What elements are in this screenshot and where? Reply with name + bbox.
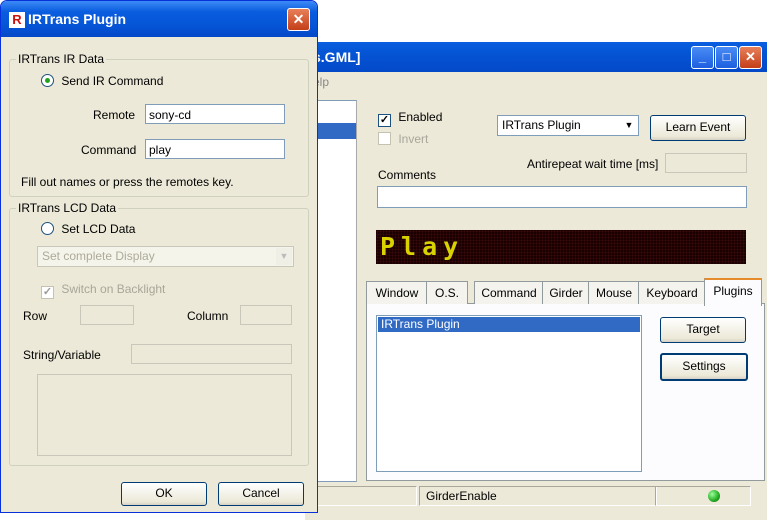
status-led-icon bbox=[708, 490, 720, 502]
tab-girder[interactable]: Girder bbox=[542, 281, 590, 304]
main-titlebar: s.GML] _ □ ✕ bbox=[305, 42, 767, 72]
radio-selected-icon bbox=[41, 74, 54, 87]
enabled-check-icon: ✓ bbox=[378, 114, 391, 127]
led-display: Play bbox=[376, 230, 746, 264]
plugins-list[interactable]: IRTrans Plugin bbox=[376, 315, 642, 472]
target-button[interactable]: Target bbox=[660, 317, 746, 343]
enabled-label: Enabled bbox=[398, 110, 443, 124]
invert-checkbox[interactable]: Invert bbox=[378, 132, 428, 146]
invert-label: Invert bbox=[398, 132, 429, 146]
remote-label: Remote bbox=[93, 108, 136, 122]
tab-window[interactable]: Window bbox=[366, 281, 428, 304]
backlight-check-icon: ✓ bbox=[41, 286, 54, 299]
tab-command[interactable]: Command bbox=[474, 281, 544, 304]
lcd-mode-value: Set complete Display bbox=[42, 249, 155, 263]
backlight-checkbox[interactable]: ✓ Switch on Backlight bbox=[41, 282, 165, 299]
command-label: Command bbox=[81, 143, 137, 157]
column-label: Column bbox=[187, 309, 229, 323]
send-ir-label: Send IR Command bbox=[61, 74, 164, 88]
column-field[interactable] bbox=[240, 305, 292, 325]
antirepeat-field[interactable] bbox=[665, 153, 747, 173]
minimize-icon[interactable]: _ bbox=[691, 46, 714, 69]
dialog-titlebar: R IRTrans Plugin ✕ bbox=[1, 1, 317, 37]
irtrans-plugin-dialog: R IRTrans Plugin ✕ IRTrans IR Data Send … bbox=[0, 0, 318, 513]
status-led-cell bbox=[655, 486, 751, 506]
send-ir-radio[interactable]: Send IR Command bbox=[41, 74, 163, 88]
irtrans-logo-icon: R bbox=[9, 12, 25, 28]
status-bar: GirderEnable bbox=[305, 484, 767, 506]
lcd-mode-select[interactable]: Set complete Display ▼ bbox=[37, 246, 294, 267]
tab-mouse[interactable]: Mouse bbox=[588, 281, 640, 304]
string-variable-field[interactable] bbox=[131, 344, 292, 364]
close-icon[interactable]: ✕ bbox=[287, 8, 310, 31]
ir-data-legend: IRTrans IR Data bbox=[16, 52, 107, 66]
plugin-select-value: IRTrans Plugin bbox=[502, 118, 581, 132]
invert-check-icon bbox=[378, 132, 391, 145]
lcd-data-legend: IRTrans LCD Data bbox=[16, 201, 119, 215]
menu-bar: elp bbox=[305, 72, 767, 92]
remote-field[interactable]: sony-cd bbox=[145, 104, 285, 124]
command-field[interactable]: play bbox=[145, 139, 285, 159]
tab-keyboard[interactable]: Keyboard bbox=[638, 281, 706, 304]
tab-plugins[interactable]: Plugins bbox=[704, 278, 762, 306]
set-lcd-label: Set LCD Data bbox=[61, 222, 136, 236]
maximize-icon[interactable]: □ bbox=[715, 46, 738, 69]
close-icon[interactable]: ✕ bbox=[739, 46, 762, 69]
dialog-title: IRTrans Plugin bbox=[28, 11, 127, 27]
chevron-down-icon: ▼ bbox=[621, 117, 637, 134]
comments-field[interactable] bbox=[377, 186, 747, 208]
row-field[interactable] bbox=[80, 305, 134, 325]
row-label: Row bbox=[23, 309, 48, 323]
hint-text: Fill out names or press the remotes key. bbox=[21, 175, 234, 189]
antirepeat-label: Antirepeat wait time [ms] bbox=[527, 157, 659, 171]
string-variable-label: String/Variable bbox=[23, 348, 101, 362]
enabled-checkbox[interactable]: ✓ Enabled bbox=[378, 110, 442, 127]
status-text: GirderEnable bbox=[419, 486, 657, 506]
backlight-label: Switch on Backlight bbox=[61, 282, 166, 296]
tab-os[interactable]: O.S. bbox=[426, 281, 468, 304]
learn-event-button[interactable]: Learn Event bbox=[650, 115, 746, 141]
list-item[interactable]: IRTrans Plugin bbox=[378, 317, 640, 332]
settings-button[interactable]: Settings bbox=[660, 353, 748, 381]
led-display-text: Play bbox=[380, 232, 465, 261]
main-window-title: s.GML] bbox=[313, 49, 361, 65]
cancel-button[interactable]: Cancel bbox=[218, 482, 304, 506]
ok-button[interactable]: OK bbox=[121, 482, 207, 506]
set-lcd-radio[interactable]: Set LCD Data bbox=[41, 222, 135, 236]
radio-unselected-icon bbox=[41, 222, 54, 235]
status-cell-1 bbox=[307, 486, 417, 506]
comments-label: Comments bbox=[378, 168, 437, 182]
lcd-text-area[interactable] bbox=[37, 374, 292, 456]
chevron-down-icon: ▼ bbox=[276, 248, 292, 265]
plugin-select[interactable]: IRTrans Plugin ▼ bbox=[497, 115, 639, 136]
